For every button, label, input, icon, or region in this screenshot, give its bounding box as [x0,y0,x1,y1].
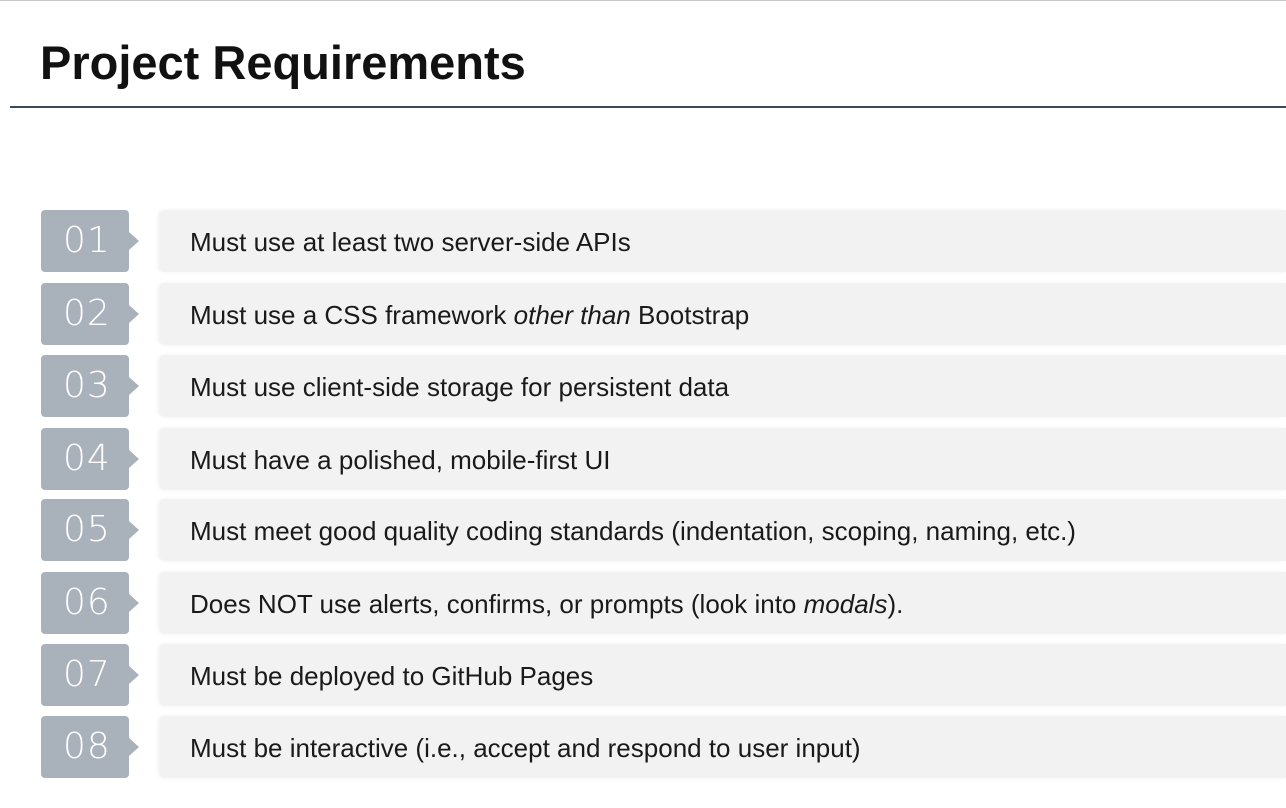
requirement-number-badge: 01 [41,210,129,272]
requirement-text: Does NOT use alerts, confirms, or prompt… [190,589,904,619]
requirement-number-badge: 08 [41,716,129,778]
requirement-text: Must have a polished, mobile-first UI [190,445,611,475]
requirement-item: 02 Must use a CSS framework other than B… [0,283,1286,345]
badge-arrow-icon [129,666,139,684]
requirement-text: Must use client-side storage for persist… [190,372,730,402]
requirement-number-badge: 06 [41,572,129,634]
badge-arrow-icon [129,377,139,395]
requirement-number-badge: 04 [41,428,129,490]
requirement-text: Must use at least two server-side APIs [190,227,631,257]
badge-arrow-icon [129,738,139,756]
badge-arrow-icon [129,450,139,468]
requirement-item: 08 Must be interactive (i.e., accept and… [0,716,1286,778]
badge-arrow-icon [129,594,139,612]
badge-arrow-icon [129,232,139,250]
slide: Project Requirements 01 Must use at leas… [0,0,1286,808]
requirement-number-badge: 07 [41,644,129,706]
requirement-text: Must be interactive (i.e., accept and re… [190,733,861,763]
requirement-number-badge: 05 [41,499,129,561]
requirement-item: 05 Must meet good quality coding standar… [0,499,1286,561]
requirement-item: 01 Must use at least two server-side API… [0,210,1286,272]
requirement-item: 04 Must have a polished, mobile-first UI [0,428,1286,490]
requirement-item: 06 Does NOT use alerts, confirms, or pro… [0,572,1286,634]
requirement-text: Must meet good quality coding standards … [190,516,1076,546]
badge-arrow-icon [129,521,139,539]
requirement-text: Must be deployed to GitHub Pages [190,661,594,691]
requirement-number-badge: 02 [41,283,129,345]
requirement-item: 07 Must be deployed to GitHub Pages [0,644,1286,706]
badge-arrow-icon [129,305,139,323]
slide-title: Project Requirements [40,36,526,89]
requirement-number-badge: 03 [41,355,129,417]
requirement-text: Must use a CSS framework other than Boot… [190,300,750,330]
requirement-item: 03 Must use client-side storage for pers… [0,355,1286,417]
title-divider [10,106,1286,108]
